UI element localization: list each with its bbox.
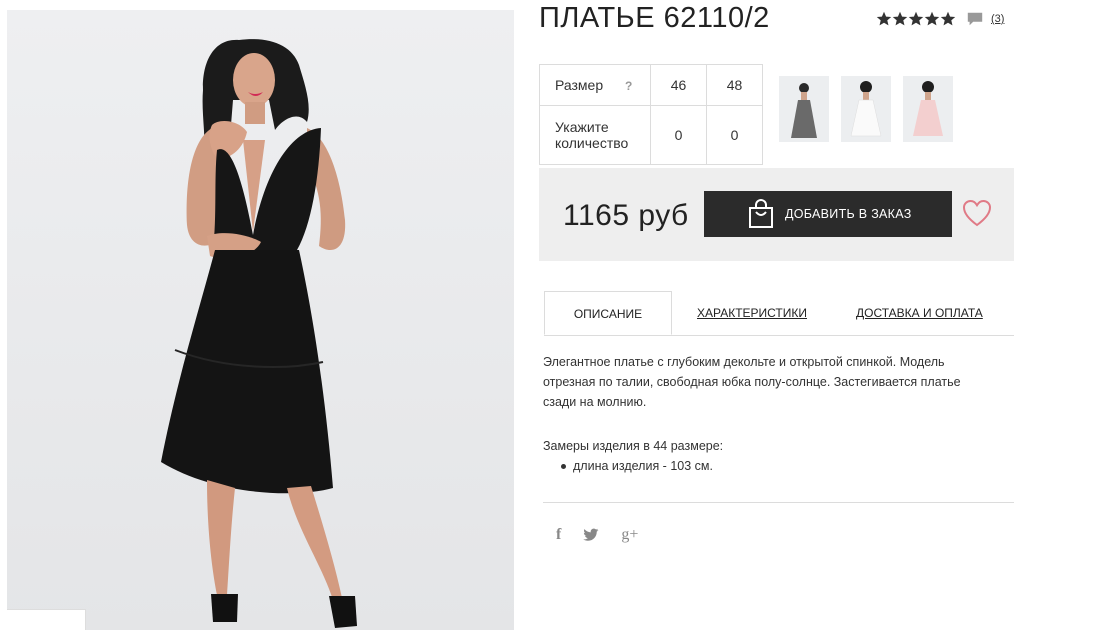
section-divider xyxy=(543,502,1014,503)
product-rating[interactable]: (3) xyxy=(876,10,1004,28)
comment-icon[interactable] xyxy=(966,10,984,28)
size-option-48[interactable]: 48 xyxy=(706,64,763,106)
thumbnail-pink-dress-image xyxy=(913,81,943,136)
product-title: ПЛАТЬЕ 62110/2 xyxy=(539,2,770,34)
quantity-label-line2: количество xyxy=(555,135,629,151)
quantity-label-cell: Укажите количество xyxy=(539,105,651,165)
tab-delivery-payment[interactable]: ДОСТАВКА И ОПЛАТА xyxy=(856,291,983,335)
add-to-order-button[interactable]: ДОБАВИТЬ В ЗАКАЗ xyxy=(704,191,952,237)
heart-icon[interactable] xyxy=(962,199,992,227)
measurements-title: Замеры изделия в 44 размере: xyxy=(543,439,724,453)
social-share: f g+ xyxy=(556,526,638,544)
description-line: отрезная по талии, свободная юбка полу-с… xyxy=(543,375,961,389)
size-option-46[interactable]: 46 xyxy=(650,64,707,106)
star-icon xyxy=(940,11,956,26)
star-icon xyxy=(876,11,892,26)
thumbnail-grey-dress-image xyxy=(791,83,817,138)
product-tabs: ОПИСАНИЕ ХАРАКТЕРИСТИКИ ДОСТАВКА И ОПЛАТ… xyxy=(544,291,1014,336)
facebook-icon[interactable]: f xyxy=(556,526,561,544)
product-price: 1165 руб xyxy=(563,199,689,232)
twitter-icon[interactable] xyxy=(583,528,599,542)
reviews-link[interactable]: (3) xyxy=(991,13,1004,25)
thumbnail-white-dress-image xyxy=(850,81,882,137)
size-header-cell: Размер ? xyxy=(539,64,651,106)
model-illustration xyxy=(161,39,357,628)
description-line: сзади на молнию. xyxy=(543,395,647,409)
measurements-list: длина изделия - 103 см. xyxy=(543,456,723,476)
thumbnail-pink-dress[interactable] xyxy=(903,76,953,142)
measurement-item: длина изделия - 103 см. xyxy=(560,456,723,476)
tab-description[interactable]: ОПИСАНИЕ xyxy=(544,291,672,335)
add-to-order-label: ДОБАВИТЬ В ЗАКАЗ xyxy=(785,207,912,221)
quantity-input-46[interactable]: 0 xyxy=(650,105,707,165)
thumbnail-grey-dress[interactable] xyxy=(779,76,829,142)
purchase-box: 1165 руб ДОБАВИТЬ В ЗАКАЗ xyxy=(539,168,1014,261)
thumbnail-white-dress[interactable] xyxy=(841,76,891,142)
quantity-input-48[interactable]: 0 xyxy=(706,105,763,165)
shopping-bag-icon xyxy=(749,199,773,228)
description-text: Элегантное платье с глубоким декольте и … xyxy=(543,352,993,412)
tab-characteristics[interactable]: ХАРАКТЕРИСТИКИ xyxy=(697,291,807,335)
star-icon xyxy=(892,11,908,26)
color-thumbnails xyxy=(779,76,953,142)
quantity-label-line1: Укажите xyxy=(555,119,609,135)
star-icon xyxy=(924,11,940,26)
product-main-photo[interactable] xyxy=(7,10,514,630)
measurements-block: Замеры изделия в 44 размере: длина издел… xyxy=(543,436,723,476)
photo-corner-overlay xyxy=(7,609,86,630)
star-icon xyxy=(908,11,924,26)
googleplus-icon[interactable]: g+ xyxy=(621,526,638,544)
size-label: Размер xyxy=(555,77,604,93)
size-help-icon[interactable]: ? xyxy=(625,79,632,93)
description-line: Элегантное платье с глубоким декольте и … xyxy=(543,355,945,369)
size-quantity-table: Размер ? 46 48 Укажите количество 0 0 xyxy=(539,64,763,165)
